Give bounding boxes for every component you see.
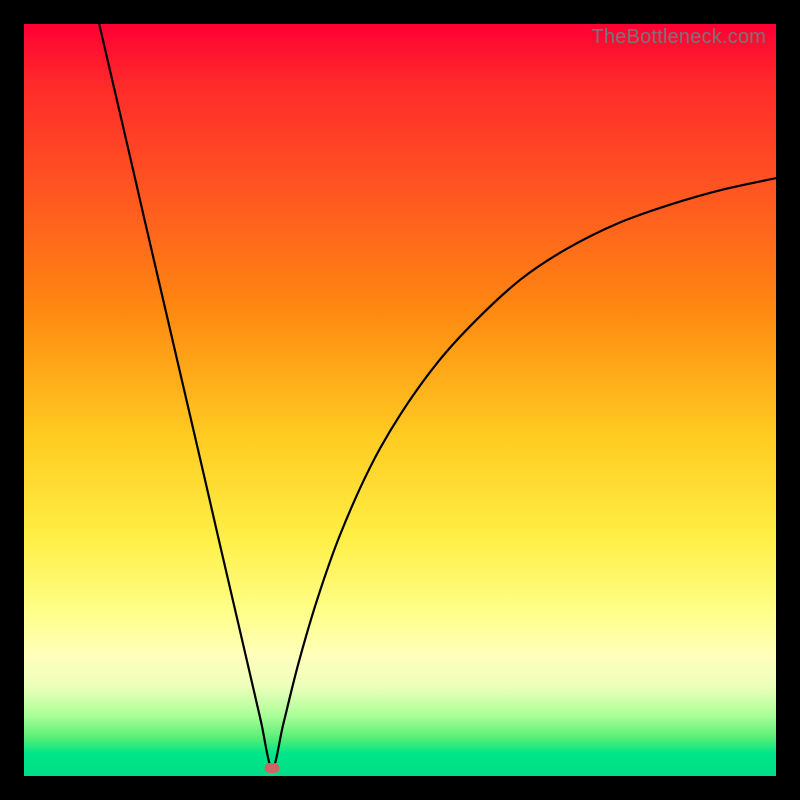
plot-area: TheBottleneck.com <box>24 24 776 776</box>
bottleneck-curve <box>24 24 776 776</box>
chart-frame: TheBottleneck.com <box>0 0 800 800</box>
watermark-text: TheBottleneck.com <box>591 26 766 49</box>
optimum-marker <box>265 763 280 773</box>
curve-path <box>99 24 776 768</box>
